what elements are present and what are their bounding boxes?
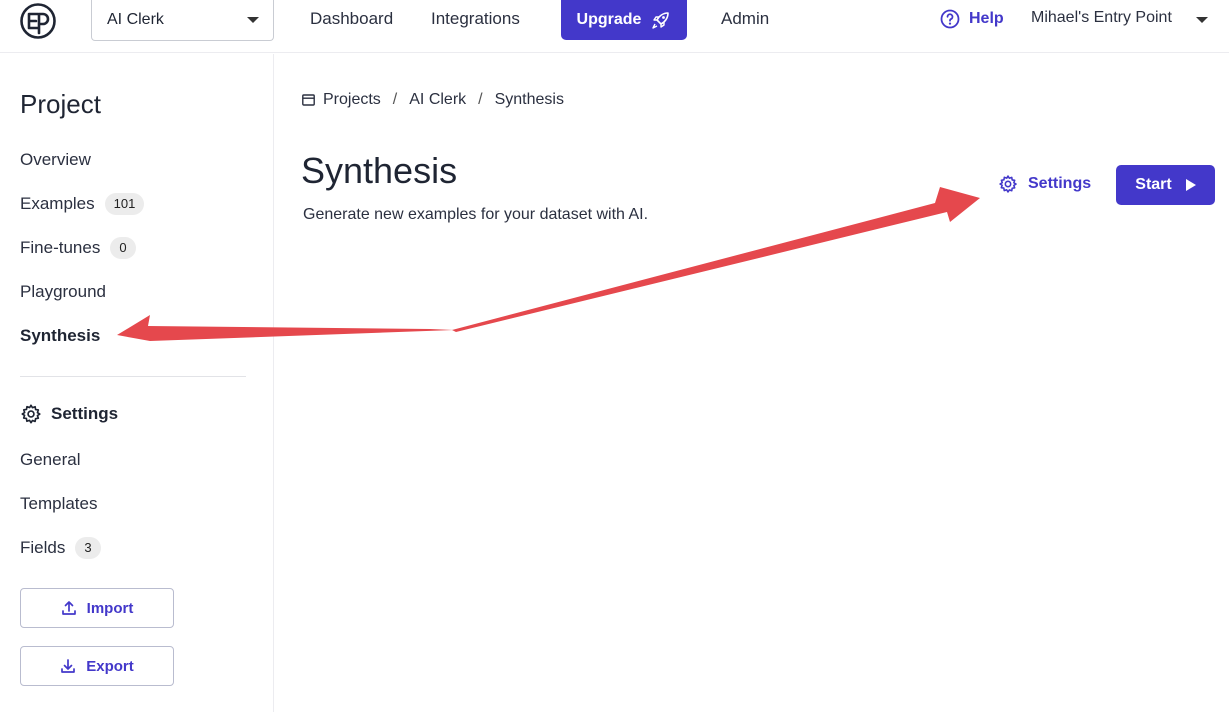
nav-dashboard[interactable]: Dashboard xyxy=(310,9,393,29)
upload-icon xyxy=(61,601,76,615)
chevron-down-icon xyxy=(247,17,259,23)
sidebar-item-label: Overview xyxy=(20,150,91,169)
sidebar-item-overview[interactable]: Overview xyxy=(20,147,91,173)
breadcrumb-current: Synthesis xyxy=(494,91,564,108)
settings-heading: Settings xyxy=(20,403,118,425)
breadcrumb-separator: / xyxy=(392,91,398,108)
play-icon xyxy=(1185,179,1196,191)
top-bar: AI Clerk Dashboard Integrations Upgrade … xyxy=(0,0,1229,53)
sidebar-item-general[interactable]: General xyxy=(20,447,80,473)
chevron-down-icon[interactable] xyxy=(1196,17,1208,23)
breadcrumb-projects[interactable]: Projects xyxy=(323,91,381,109)
nav-admin[interactable]: Admin xyxy=(721,9,769,29)
count-badge: 3 xyxy=(75,537,101,559)
export-button[interactable]: Export xyxy=(20,646,174,686)
count-badge: 0 xyxy=(110,237,136,259)
sidebar: Project Overview Examples 101 Fine-tunes… xyxy=(0,54,274,712)
gear-icon xyxy=(21,404,41,424)
sidebar-item-fine-tunes[interactable]: Fine-tunes 0 xyxy=(20,235,136,261)
table-icon xyxy=(302,94,315,106)
sidebar-item-label: Playground xyxy=(20,282,107,301)
help-link[interactable]: Help xyxy=(940,9,1004,29)
upgrade-button[interactable]: Upgrade xyxy=(561,0,687,40)
help-circle-icon xyxy=(940,9,960,29)
import-button[interactable]: Import xyxy=(20,588,174,628)
sidebar-item-label: Examples xyxy=(20,194,95,213)
upgrade-label: Upgrade xyxy=(576,11,642,28)
sidebar-item-fields[interactable]: Fields 3 xyxy=(20,535,101,561)
sidebar-item-playground[interactable]: Playground xyxy=(20,279,106,305)
sidebar-item-label: Fields xyxy=(20,538,66,557)
export-label: Export xyxy=(86,657,134,675)
sidebar-item-label: Templates xyxy=(20,494,98,513)
start-button[interactable]: Start xyxy=(1116,165,1215,205)
sidebar-item-label: General xyxy=(20,450,81,469)
settings-heading-label: Settings xyxy=(51,404,119,423)
project-selector-label: AI Clerk xyxy=(107,11,164,28)
settings-button[interactable]: Settings xyxy=(998,174,1091,194)
help-label: Help xyxy=(969,10,1004,27)
page-subtitle: Generate new examples for your dataset w… xyxy=(303,206,649,223)
sidebar-title: Project xyxy=(20,89,101,119)
breadcrumb-project[interactable]: AI Clerk xyxy=(409,91,466,109)
nav-integrations[interactable]: Integrations xyxy=(431,9,520,29)
sidebar-item-templates[interactable]: Templates xyxy=(20,491,97,517)
sidebar-item-examples[interactable]: Examples 101 xyxy=(20,191,145,217)
count-badge: 101 xyxy=(104,193,145,215)
sidebar-divider xyxy=(20,376,246,377)
project-selector[interactable]: AI Clerk xyxy=(91,0,274,41)
sidebar-item-label: Synthesis xyxy=(20,326,101,345)
start-label: Start xyxy=(1135,176,1172,193)
rocket-icon xyxy=(652,12,670,29)
app-logo-icon[interactable] xyxy=(19,2,57,40)
import-label: Import xyxy=(86,599,134,617)
download-icon xyxy=(61,659,76,673)
gear-icon xyxy=(999,175,1017,193)
sidebar-item-label: Fine-tunes xyxy=(20,238,101,257)
user-menu[interactable]: Mihael's Entry Point xyxy=(1031,9,1172,27)
breadcrumb: Projects / AI Clerk / Synthesis xyxy=(302,91,564,109)
page-title: Synthesis xyxy=(301,150,458,191)
breadcrumb-separator: / xyxy=(478,91,483,108)
sidebar-item-synthesis[interactable]: Synthesis xyxy=(20,323,100,349)
settings-label: Settings xyxy=(1028,175,1092,192)
